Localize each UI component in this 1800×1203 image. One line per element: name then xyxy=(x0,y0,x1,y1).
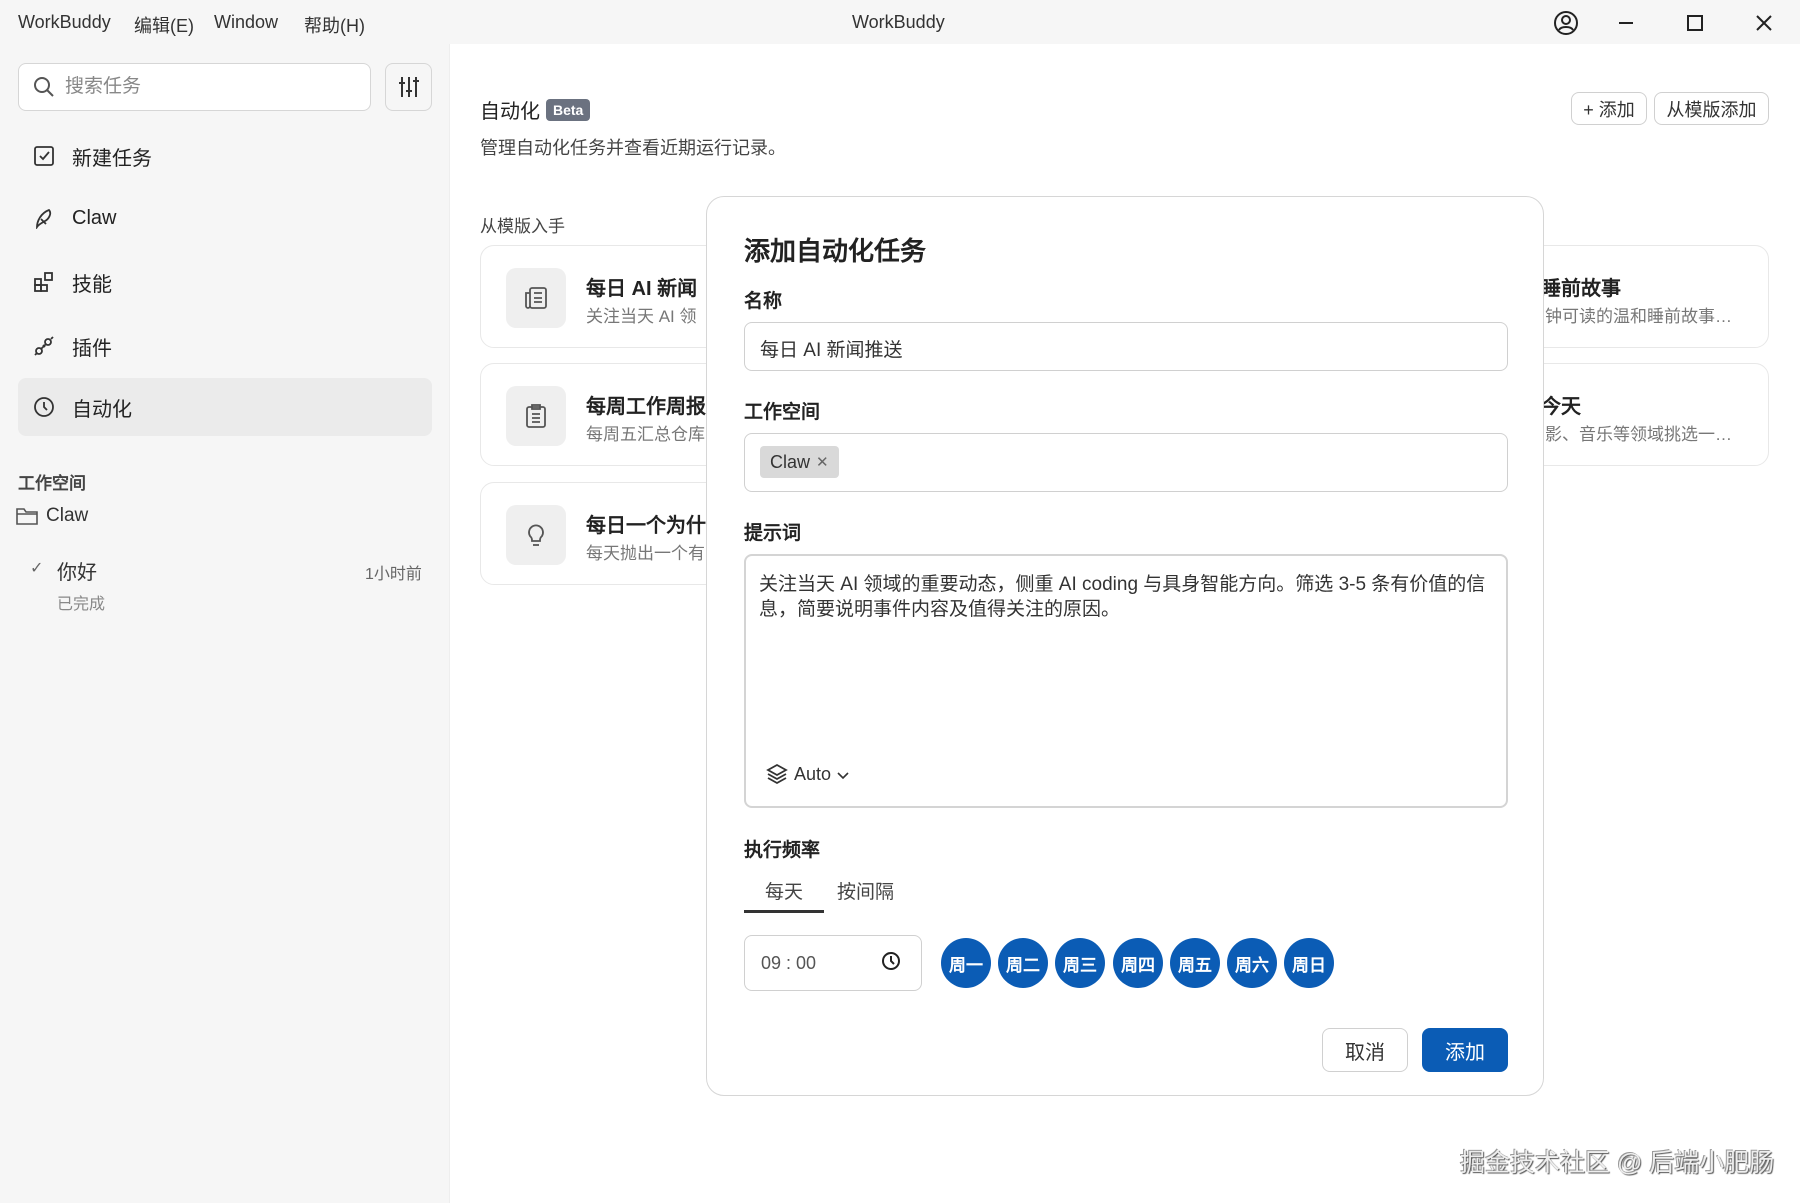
sidebar-item-label: 自动化 xyxy=(72,398,132,421)
folder-icon xyxy=(16,508,38,525)
clipboard-icon xyxy=(506,386,566,446)
page-subtitle: 管理自动化任务并查看近期运行记录。 xyxy=(480,138,786,158)
sidebar-item-new-task[interactable]: 新建任务 xyxy=(18,127,432,185)
page-title: 自动化 Beta xyxy=(480,95,591,124)
workspace-heading: 工作空间 xyxy=(18,474,86,493)
minimize-icon[interactable] xyxy=(1611,8,1641,38)
sidebar-item-claw[interactable]: Claw xyxy=(18,189,432,247)
menu-window[interactable]: Window xyxy=(214,12,278,33)
day-mon[interactable]: 周一 xyxy=(941,938,991,988)
clock-icon xyxy=(32,395,56,419)
model-label: Auto xyxy=(794,763,832,784)
workspace-label: 工作空间 xyxy=(744,402,821,423)
name-label: 名称 xyxy=(744,291,783,312)
add-button[interactable]: + 添加 xyxy=(1571,92,1647,125)
workspace-chip-label: Claw xyxy=(770,451,811,472)
template-title: 睡前故事 xyxy=(1541,278,1621,300)
workspace-chip: Claw ✕ xyxy=(760,446,839,478)
maximize-icon[interactable] xyxy=(1680,8,1710,38)
task-item[interactable]: ✓ 你好 1小时前 已完成 xyxy=(30,556,430,616)
workspace-name: Claw xyxy=(46,505,89,526)
model-selector[interactable]: Auto xyxy=(766,763,849,785)
name-input[interactable]: 每日 AI 新闻推送 xyxy=(744,322,1508,371)
checkbox-icon xyxy=(32,144,56,168)
day-thu[interactable]: 周四 xyxy=(1113,938,1163,988)
filter-button[interactable] xyxy=(385,63,432,111)
app-menu[interactable]: WorkBuddy xyxy=(18,12,111,33)
sidebar-item-label: Claw xyxy=(72,206,117,229)
sidebar-item-label: 技能 xyxy=(72,273,112,296)
template-title: 今天 xyxy=(1541,396,1581,418)
template-desc: 影、音乐等领域挑选一… xyxy=(1545,425,1732,444)
task-time: 1小时前 xyxy=(365,566,422,583)
template-title: 每周工作周报 xyxy=(586,396,706,418)
window-title: WorkBuddy xyxy=(852,12,945,32)
template-desc: 关注当天 AI 领 xyxy=(586,307,697,326)
prompt-label: 提示词 xyxy=(744,523,802,544)
add-automation-dialog: 添加自动化任务 名称 每日 AI 新闻推送 工作空间 Claw ✕ 提示词 关注… xyxy=(706,196,1544,1096)
time-value: 09 : 00 xyxy=(761,952,817,973)
tab-daily[interactable]: 每天 xyxy=(744,871,824,913)
day-tue[interactable]: 周二 xyxy=(998,938,1048,988)
clock-icon[interactable] xyxy=(881,951,901,976)
tab-interval[interactable]: 按间隔 xyxy=(837,877,894,904)
sliders-icon xyxy=(398,77,419,97)
remove-chip-icon[interactable]: ✕ xyxy=(816,453,829,471)
workspace-select[interactable]: Claw ✕ xyxy=(744,433,1508,492)
day-wed[interactable]: 周三 xyxy=(1055,938,1105,988)
menu-help[interactable]: 帮助(H) xyxy=(304,12,365,38)
task-name: 你好 xyxy=(57,562,97,584)
submit-button[interactable]: 添加 xyxy=(1422,1028,1508,1072)
template-desc: 每周五汇总仓库 xyxy=(586,425,705,444)
frequency-label: 执行频率 xyxy=(744,840,821,861)
task-status: 已完成 xyxy=(57,596,106,613)
prompt-text: 关注当天 AI 领域的重要动态，侧重 AI coding 与具身智能方向。筛选 … xyxy=(759,574,1486,620)
template-desc: 钟可读的温和睡前故事… xyxy=(1545,307,1732,326)
cancel-button[interactable]: 取消 xyxy=(1322,1028,1408,1072)
account-icon[interactable] xyxy=(1551,8,1581,38)
layers-icon xyxy=(766,763,788,785)
claw-icon xyxy=(32,206,56,230)
prompt-textarea[interactable]: 关注当天 AI 领域的重要动态，侧重 AI coding 与具身智能方向。筛选 … xyxy=(744,554,1508,808)
sidebar-item-automation[interactable]: 自动化 xyxy=(18,378,432,436)
dialog-title: 添加自动化任务 xyxy=(744,236,927,266)
page-title-text: 自动化 xyxy=(480,101,540,123)
beta-badge: Beta xyxy=(546,98,591,121)
watermark: 掘金技术社区 @ 后端小肥肠 xyxy=(1460,1149,1775,1177)
search-box[interactable] xyxy=(18,63,371,111)
template-desc: 每天抛出一个有 xyxy=(586,544,705,563)
templates-heading: 从模版入手 xyxy=(480,217,565,236)
menu-edit[interactable]: 编辑(E) xyxy=(134,12,194,38)
sidebar-item-label: 插件 xyxy=(72,337,112,360)
template-title: 每日 AI 新闻 xyxy=(586,278,698,300)
day-fri[interactable]: 周五 xyxy=(1170,938,1220,988)
template-title: 每日一个为什么 xyxy=(586,515,726,537)
newspaper-icon xyxy=(506,268,566,328)
add-from-template-button[interactable]: 从模版添加 xyxy=(1654,92,1769,125)
workspace-item[interactable]: Claw xyxy=(16,505,88,527)
sidebar-item-label: 新建任务 xyxy=(72,147,152,170)
close-icon[interactable] xyxy=(1749,8,1779,38)
sidebar-item-plugins[interactable]: 插件 xyxy=(18,317,432,375)
skills-icon xyxy=(32,270,56,294)
plug-icon xyxy=(32,334,56,358)
lightbulb-icon xyxy=(506,505,566,565)
check-icon: ✓ xyxy=(30,560,44,577)
chevron-down-icon xyxy=(837,764,849,785)
sidebar-item-skills[interactable]: 技能 xyxy=(18,253,432,311)
search-icon xyxy=(34,77,54,97)
title-bar: WorkBuddy 编辑(E) Window 帮助(H) WorkBuddy xyxy=(0,0,1800,44)
time-input[interactable]: 09 : 00 xyxy=(744,935,922,991)
day-sun[interactable]: 周日 xyxy=(1284,938,1334,988)
search-input[interactable] xyxy=(65,76,345,98)
day-sat[interactable]: 周六 xyxy=(1227,938,1277,988)
